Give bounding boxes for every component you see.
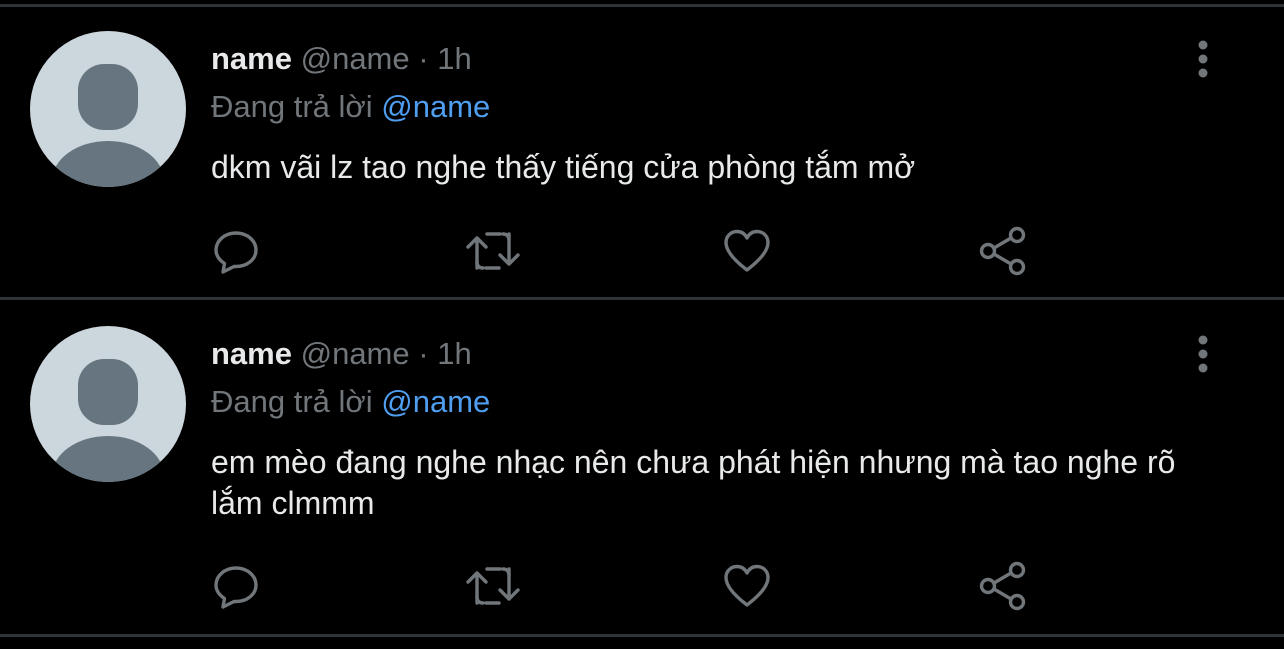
top-divider bbox=[0, 4, 1284, 7]
reply-button[interactable] bbox=[209, 223, 265, 279]
action-bar bbox=[211, 223, 1051, 279]
avatar[interactable] bbox=[30, 31, 186, 187]
mention-link[interactable]: @name bbox=[381, 89, 490, 124]
reply-icon bbox=[214, 231, 258, 274]
user-handle[interactable]: @name bbox=[301, 41, 410, 76]
replying-to: Đang trả lời @name bbox=[211, 382, 490, 422]
timestamp[interactable]: 1h bbox=[437, 336, 471, 371]
timestamp[interactable]: 1h bbox=[437, 41, 471, 76]
user-handle[interactable]: @name bbox=[301, 336, 410, 371]
default-avatar-icon bbox=[52, 64, 164, 187]
more-options-icon[interactable] bbox=[1188, 334, 1218, 374]
reply-icon bbox=[214, 566, 258, 609]
like-icon bbox=[724, 564, 770, 607]
retweet-button[interactable] bbox=[465, 558, 521, 614]
share-icon bbox=[979, 561, 1026, 611]
share-button[interactable] bbox=[975, 558, 1031, 614]
share-button[interactable] bbox=[975, 223, 1031, 279]
more-options-icon[interactable] bbox=[1188, 39, 1218, 79]
like-icon bbox=[724, 229, 770, 272]
like-button[interactable] bbox=[719, 223, 775, 279]
tweet-divider bbox=[0, 297, 1284, 300]
like-button[interactable] bbox=[719, 558, 775, 614]
retweet-icon bbox=[466, 567, 520, 605]
tweet-header: name @name · 1h bbox=[211, 334, 472, 374]
tweet[interactable]: name @name · 1h Đang trả lời @name em mè… bbox=[0, 326, 1284, 634]
display-name[interactable]: name bbox=[211, 336, 292, 371]
separator: · bbox=[418, 336, 429, 371]
tweet-text: dkm vãi lz tao nghe thấy tiếng cửa phòng… bbox=[211, 149, 916, 185]
tweet[interactable]: name @name · 1h Đang trả lời @name dkm v… bbox=[0, 31, 1284, 299]
retweet-button[interactable] bbox=[465, 223, 521, 279]
replying-prefix: Đang trả lời bbox=[211, 89, 373, 124]
replying-to: Đang trả lời @name bbox=[211, 87, 490, 127]
mention-link[interactable]: @name bbox=[381, 384, 490, 419]
retweet-icon bbox=[466, 232, 520, 270]
share-icon bbox=[979, 226, 1026, 276]
default-avatar-icon bbox=[52, 359, 164, 482]
display-name[interactable]: name bbox=[211, 41, 292, 76]
tweet-text: em mèo đang nghe nhạc nên chưa phát hiện… bbox=[211, 444, 1176, 521]
action-bar bbox=[211, 558, 1051, 614]
separator: · bbox=[418, 41, 429, 76]
reply-button[interactable] bbox=[209, 558, 265, 614]
replying-prefix: Đang trả lời bbox=[211, 384, 373, 419]
avatar[interactable] bbox=[30, 326, 186, 482]
bottom-divider bbox=[0, 634, 1284, 637]
tweet-header: name @name · 1h bbox=[211, 39, 472, 79]
